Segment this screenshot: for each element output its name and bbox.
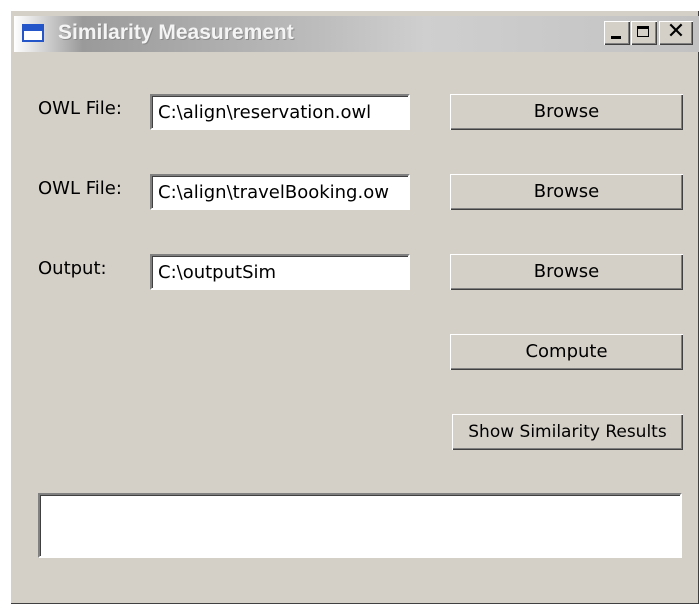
window-icon [22, 24, 44, 42]
output-label: Output: [38, 258, 107, 279]
owl-file-1-field[interactable] [150, 94, 410, 130]
title-bar[interactable]: Similarity Measurement ✕ [14, 16, 699, 52]
minimize-icon [604, 21, 630, 45]
results-textbox[interactable] [38, 493, 682, 558]
browse-owl-file-1-button[interactable]: Browse [450, 94, 683, 130]
owl-file-1-label: OWL File: [38, 98, 122, 119]
owl-file-2-input[interactable] [152, 176, 408, 208]
compute-button[interactable]: Compute [450, 334, 683, 370]
maximize-icon [631, 21, 657, 45]
browse-owl-file-2-button[interactable]: Browse [450, 174, 683, 210]
close-icon: ✕ [666, 19, 686, 44]
show-similarity-results-button[interactable]: Show Similarity Results [452, 414, 683, 450]
browse-output-button[interactable]: Browse [450, 254, 683, 290]
owl-file-2-field[interactable] [150, 174, 410, 210]
minimize-button[interactable] [604, 21, 630, 45]
close-button[interactable]: ✕ [659, 21, 693, 45]
owl-file-2-label: OWL File: [38, 178, 122, 199]
output-input[interactable] [152, 256, 408, 288]
owl-file-1-input[interactable] [152, 96, 408, 128]
window-title: Similarity Measurement [58, 21, 294, 44]
similarity-window: Similarity Measurement ✕ OWL File: Brows… [10, 10, 699, 604]
maximize-button[interactable] [631, 21, 657, 45]
output-field[interactable] [150, 254, 410, 290]
